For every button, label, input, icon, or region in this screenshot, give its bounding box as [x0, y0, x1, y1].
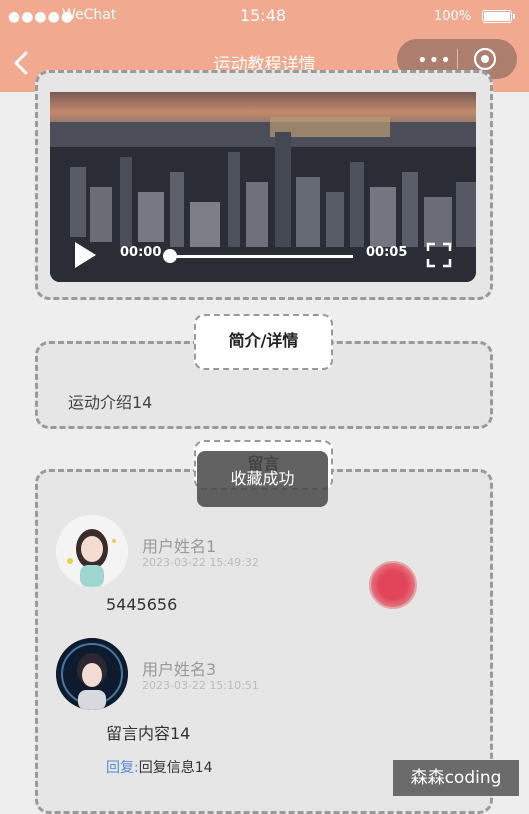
progress-knob[interactable]	[163, 249, 177, 263]
intro-tab[interactable]: 简介/详情	[194, 314, 333, 370]
floating-action-button[interactable]	[369, 561, 417, 609]
comment-reply: 回复:回复信息14	[106, 757, 213, 777]
avatar	[56, 638, 128, 710]
avatar	[56, 515, 128, 587]
toast-message: 收藏成功	[197, 451, 328, 507]
more-button[interactable]: •••	[417, 50, 452, 71]
status-bar: ●●●●● WeChat 15:48 100%	[0, 0, 529, 34]
video-controls: 00:00 00:05	[50, 228, 476, 282]
play-icon[interactable]	[72, 240, 98, 270]
battery-icon	[482, 10, 515, 23]
clock: 15:48	[240, 6, 287, 25]
battery-percent: 100%	[434, 9, 472, 24]
avatar-image	[56, 515, 128, 587]
comment-user-name: 用户姓名1	[142, 537, 217, 556]
fullscreen-icon[interactable]	[426, 242, 452, 268]
comment-content: 留言内容14	[106, 724, 191, 743]
watermark: 森森coding	[393, 760, 519, 796]
reply-text: 回复信息14	[138, 760, 213, 776]
intro-text: 运动介绍14	[68, 393, 153, 412]
avatar-image	[56, 638, 128, 710]
progress-track[interactable]	[168, 255, 353, 258]
comment-time: 2023-03-22 15:49:32	[142, 556, 259, 569]
current-time: 00:00	[120, 245, 162, 260]
comment-time: 2023-03-22 15:10:51	[142, 679, 259, 692]
comment-user-name: 用户姓名3	[142, 660, 217, 679]
reply-label: 回复:	[106, 760, 139, 776]
comment-content: 5445656	[106, 595, 178, 614]
close-circle-icon[interactable]	[473, 47, 497, 71]
duration: 00:05	[366, 245, 408, 260]
carrier-label: WeChat	[62, 7, 117, 23]
capsule-divider	[457, 49, 458, 69]
video-player[interactable]: 00:00 00:05	[50, 92, 476, 282]
